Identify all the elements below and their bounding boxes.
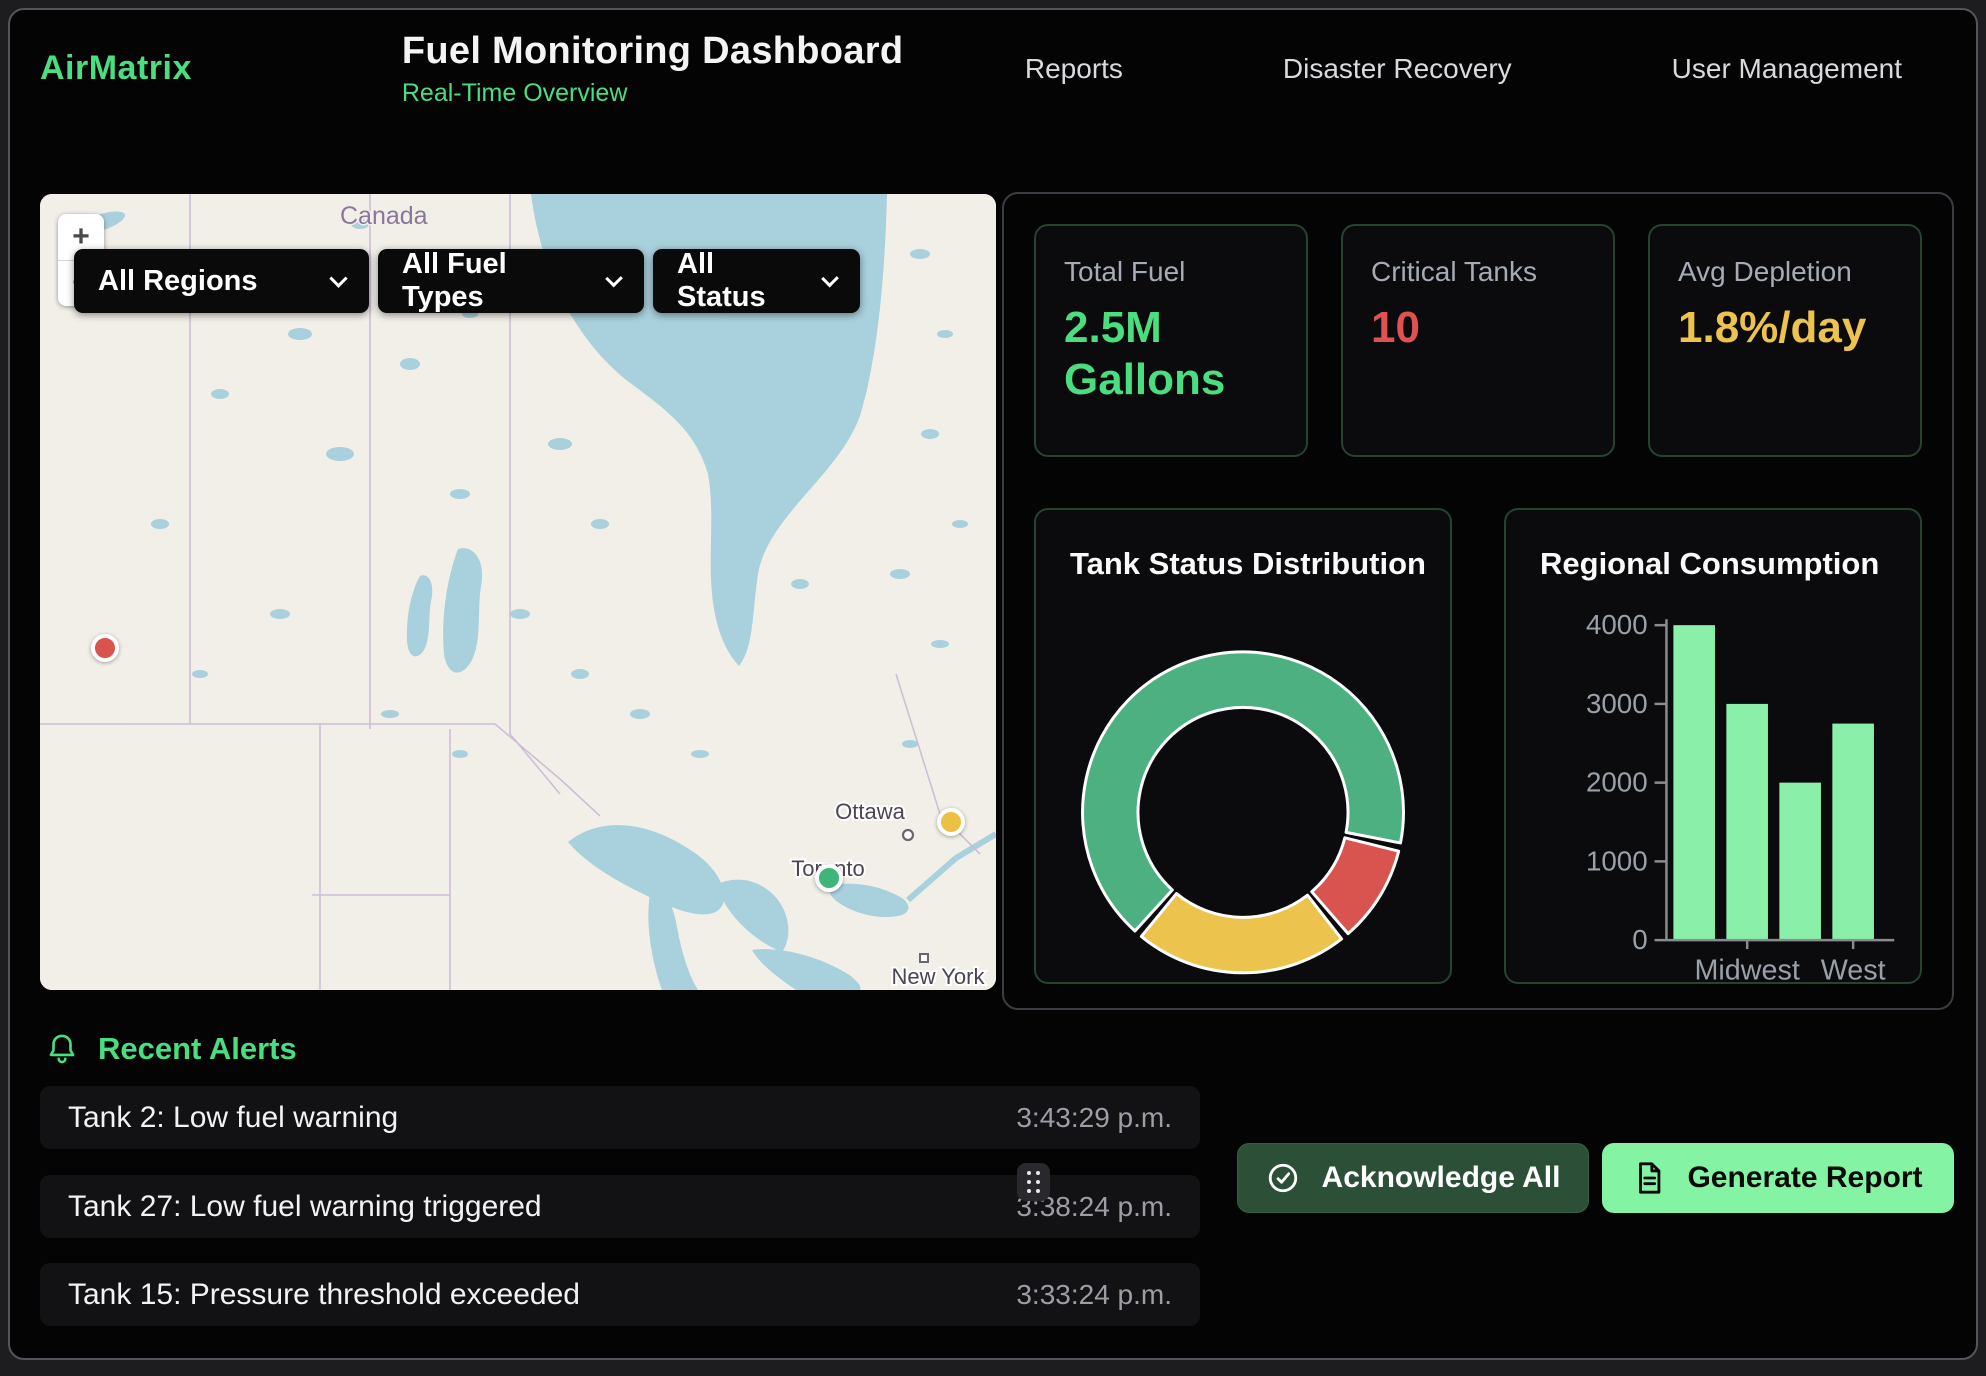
stat-card-critical-tanks: Critical Tanks 10 [1341, 224, 1615, 457]
stat-card-total-fuel: Total Fuel 2.5M Gallons [1034, 224, 1308, 457]
map-label-ottawa: Ottawa [835, 799, 905, 824]
main-nav: Reports Disaster Recovery User Managemen… [1025, 53, 1902, 85]
brand-logo: AirMatrix [40, 49, 192, 88]
stat-value: 10 [1371, 302, 1585, 354]
alert-text: Tank 15: Pressure threshold exceeded [68, 1278, 580, 1312]
alerts-header: Recent Alerts [46, 1031, 297, 1067]
tank-marker-critical[interactable] [91, 634, 119, 662]
y-tick-label: 3000 [1586, 688, 1648, 719]
chevron-down-icon [821, 269, 839, 287]
tank-marker-normal[interactable] [815, 864, 843, 892]
bar-region-0 [1673, 625, 1715, 940]
page-subtitle: Real-Time Overview [402, 79, 903, 108]
fuel-type-filter-select[interactable]: All Fuel Types [378, 249, 644, 313]
tank-status-chart-card: Tank Status Distribution [1034, 508, 1452, 984]
map-panel[interactable]: Canada Ottawa Toronto New York + − All R… [40, 194, 996, 990]
nav-disaster-recovery[interactable]: Disaster Recovery [1283, 53, 1512, 85]
tank-marker-warning[interactable] [937, 808, 965, 836]
header: AirMatrix Fuel Monitoring Dashboard Real… [10, 10, 1976, 127]
map-label-newyork: New York [892, 964, 986, 989]
nav-user-management[interactable]: User Management [1672, 53, 1902, 85]
acknowledge-all-button[interactable]: Acknowledge All [1237, 1143, 1589, 1213]
chevron-down-icon [605, 269, 623, 287]
stat-label: Avg Depletion [1678, 256, 1892, 288]
alert-row: Tank 2: Low fuel warning 3:43:29 p.m. [40, 1086, 1200, 1149]
fuel-filter-value: All Fuel Types [402, 248, 582, 314]
generate-report-label: Generate Report [1687, 1161, 1922, 1195]
regional-consumption-bar-chart: 0 1000 2000 3000 4000 Midwest West [1506, 510, 1920, 982]
x-tick-label: West [1821, 955, 1886, 982]
page-titles: Fuel Monitoring Dashboard Real-Time Over… [402, 30, 903, 108]
map-filters: All Regions All Fuel Types All Status [74, 249, 860, 313]
dashboard-root: AirMatrix Fuel Monitoring Dashboard Real… [8, 8, 1978, 1360]
acknowledge-all-label: Acknowledge All [1322, 1161, 1561, 1195]
alert-time: 3:33:24 p.m. [1016, 1279, 1172, 1311]
status-filter-select[interactable]: All Status [653, 249, 860, 313]
stat-label: Critical Tanks [1371, 256, 1585, 288]
stat-value: 2.5M Gallons [1064, 302, 1278, 406]
tank-status-donut-chart [1036, 510, 1450, 982]
stat-card-avg-depletion: Avg Depletion 1.8%/day [1648, 224, 1922, 457]
map-resize-handle[interactable] [1017, 1163, 1050, 1201]
x-tick-label: Midwest [1695, 955, 1800, 982]
alerts-title: Recent Alerts [98, 1031, 297, 1067]
alert-row: Tank 15: Pressure threshold exceeded 3:3… [40, 1263, 1200, 1326]
nav-reports[interactable]: Reports [1025, 53, 1123, 85]
donut-segment-warning [1141, 894, 1341, 973]
region-filter-select[interactable]: All Regions [74, 249, 369, 313]
y-tick-label: 1000 [1586, 845, 1648, 876]
bell-icon [46, 1032, 78, 1066]
report-document-icon [1633, 1161, 1665, 1195]
generate-report-button[interactable]: Generate Report [1602, 1143, 1954, 1213]
alert-time: 3:43:29 p.m. [1016, 1102, 1172, 1134]
regional-consumption-chart-card: Regional Consumption 01000200030004000Mi… [1504, 508, 1922, 984]
page-title: Fuel Monitoring Dashboard [402, 30, 903, 73]
check-circle-icon [1266, 1161, 1300, 1195]
bar-region-1 [1726, 704, 1768, 940]
metrics-panel: Total Fuel 2.5M Gallons Critical Tanks 1… [1002, 192, 1954, 1010]
chevron-down-icon [329, 269, 347, 287]
chart-cards: Tank Status Distribution Regional Consum… [1034, 508, 1922, 984]
status-filter-value: All Status [677, 248, 798, 314]
alert-text: Tank 27: Low fuel warning triggered [68, 1190, 542, 1224]
map-label-canada: Canada [340, 202, 428, 230]
stat-value: 1.8%/day [1678, 302, 1838, 354]
y-tick-label: 4000 [1586, 609, 1648, 640]
y-tick-label: 2000 [1586, 767, 1648, 798]
stat-label: Total Fuel [1064, 256, 1278, 288]
region-filter-value: All Regions [98, 265, 258, 298]
y-tick-label: 0 [1632, 924, 1647, 955]
stat-cards: Total Fuel 2.5M Gallons Critical Tanks 1… [1034, 224, 1922, 457]
alert-text: Tank 2: Low fuel warning [68, 1101, 398, 1135]
bar-region-3 [1832, 724, 1874, 941]
bar-region-2 [1779, 783, 1821, 940]
